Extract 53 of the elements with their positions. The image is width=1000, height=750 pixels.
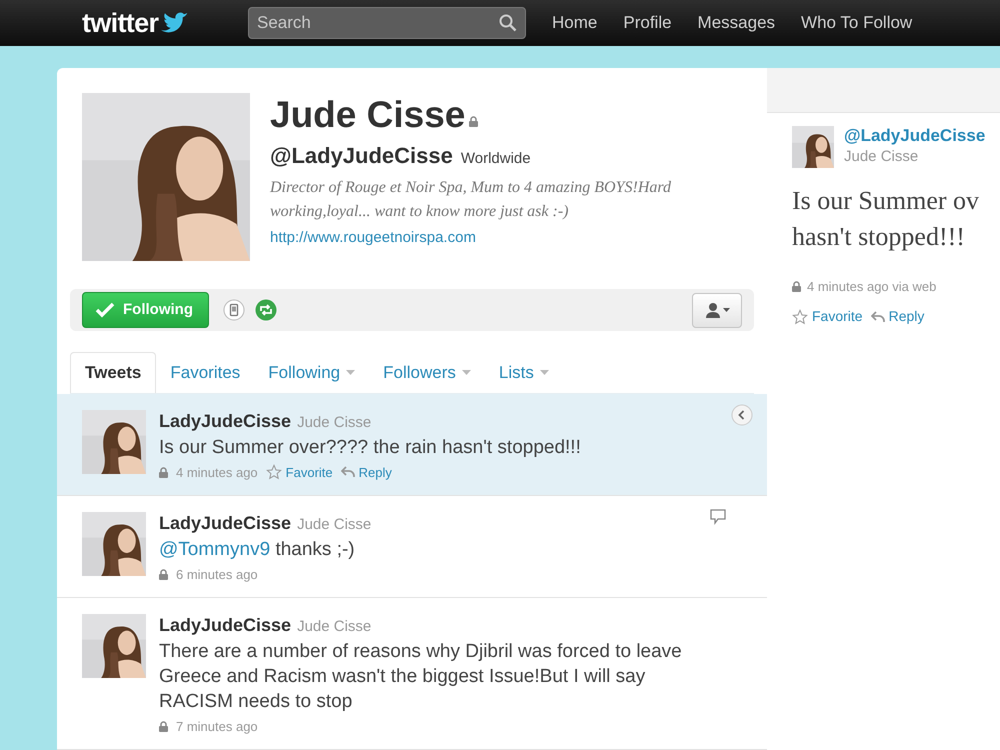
device-icon[interactable] bbox=[223, 299, 245, 321]
tab[interactable]: Favorites bbox=[156, 352, 254, 393]
user-menu-button[interactable] bbox=[692, 292, 742, 328]
nav-link[interactable]: Messages bbox=[698, 10, 776, 36]
favorite-link[interactable]: Favorite bbox=[286, 462, 333, 482]
reply-arrow-icon bbox=[340, 466, 355, 478]
tab[interactable]: Followers bbox=[369, 352, 485, 393]
tab[interactable]: Lists bbox=[484, 352, 563, 393]
tweet-username[interactable]: LadyJudeCisse bbox=[159, 614, 292, 636]
profile-name: Jude Cisse bbox=[270, 93, 466, 137]
search-field[interactable]: Search bbox=[248, 7, 526, 39]
nav-link[interactable]: Profile bbox=[623, 10, 672, 36]
reply-link[interactable]: Reply bbox=[888, 306, 924, 327]
speech-bubble-icon[interactable] bbox=[709, 508, 727, 526]
detail-author-name: Jude Cisse bbox=[844, 147, 920, 167]
person-icon bbox=[704, 302, 720, 318]
tab[interactable]: Following bbox=[254, 352, 370, 393]
nav-link[interactable]: Home bbox=[552, 10, 598, 36]
detail-handle[interactable]: @LadyJudeCisse bbox=[844, 126, 986, 146]
tweet-time[interactable]: 6 minutes ago bbox=[176, 564, 258, 584]
tweet-author-name: Jude Cisse bbox=[297, 413, 372, 433]
star-icon bbox=[266, 464, 282, 480]
tweet-username[interactable]: LadyJudeCisse bbox=[159, 512, 292, 534]
star-icon bbox=[792, 308, 808, 324]
profile-url[interactable]: http://www.rougeetnoirspa.com bbox=[270, 227, 750, 250]
profile-bio: Director of Rouge et Noir Spa, Mum to 4 amazing BOYS!Hard working,loyal... want to know more just ask :-) bbox=[270, 178, 672, 222]
tweet-time[interactable]: 7 minutes ago bbox=[176, 716, 258, 736]
tweet[interactable]: LadyJudeCisse Jude Cisse Is our Summer over???? the rain hasn't stopped!!! 4 minutes ago Favorite Reply bbox=[57, 394, 767, 496]
profile-location: Worldwide bbox=[460, 149, 531, 169]
following-button[interactable]: Following bbox=[82, 292, 209, 328]
tweet-author-name: Jude Cisse bbox=[297, 515, 372, 535]
tweet-time[interactable]: 4 minutes ago bbox=[176, 462, 258, 482]
expand-icon[interactable] bbox=[731, 404, 753, 426]
mention-link[interactable]: @Tommynv9 bbox=[159, 538, 270, 560]
favorite-link[interactable]: Favorite bbox=[812, 306, 863, 327]
checkmark-icon bbox=[95, 302, 115, 318]
detail-tweet-text: hasn't stopped!!! bbox=[792, 220, 966, 252]
retweet-icon[interactable] bbox=[255, 299, 277, 321]
caret-icon bbox=[722, 308, 730, 312]
profile-handle: @LadyJudeCisse bbox=[270, 142, 453, 170]
nav-link[interactable]: Who To Follow bbox=[801, 10, 912, 36]
detail-tweet-text: Is our Summer ov bbox=[792, 184, 980, 216]
logo[interactable]: twitter bbox=[82, 10, 158, 36]
tweet-author-name: Jude Cisse bbox=[297, 617, 372, 637]
tab[interactable]: Tweets bbox=[70, 352, 156, 393]
detail-meta: 4 minutes ago via web bbox=[807, 278, 936, 296]
tweet-username[interactable]: LadyJudeCisse bbox=[159, 410, 292, 432]
reply-link[interactable]: Reply bbox=[358, 462, 392, 482]
tweet-text: There are a number of reasons why Djibril was forced to leave Greece and Racism wasn't the biggest Issue!But I will say RACISM needs to stop bbox=[159, 640, 683, 714]
reply-arrow-icon bbox=[870, 310, 885, 322]
search-icon[interactable] bbox=[499, 14, 517, 32]
tweet-text: Is our Summer over???? the rain hasn't stopped!!! bbox=[159, 436, 582, 460]
tweet-text: @Tommynv9 thanks ;-) bbox=[159, 538, 356, 562]
